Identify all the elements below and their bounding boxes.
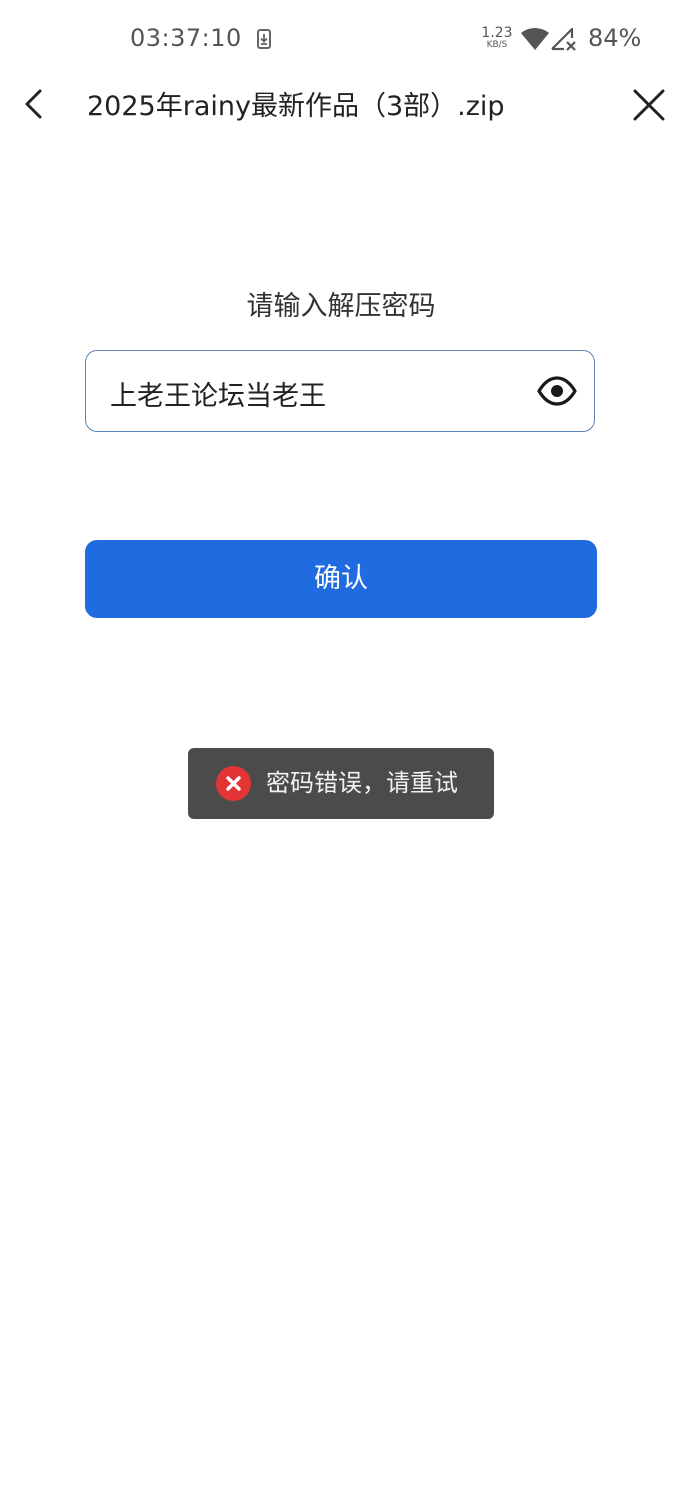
signal-no-service-icon bbox=[550, 26, 578, 52]
toast-message: 密码错误，请重试 bbox=[266, 769, 458, 797]
network-speed-unit: KB/S bbox=[486, 40, 508, 50]
chevron-left-icon bbox=[25, 89, 42, 119]
toggle-visibility-button[interactable] bbox=[536, 370, 578, 412]
confirm-button[interactable]: 确认 bbox=[85, 540, 597, 618]
wifi-icon bbox=[520, 26, 550, 52]
network-speed: 1.23 KB/S bbox=[481, 26, 513, 50]
close-icon bbox=[633, 89, 665, 121]
title-bar: 2025年rainy最新作品（3部）.zip bbox=[0, 78, 682, 128]
password-prompt: 请输入解压密码 bbox=[246, 291, 436, 322]
error-x-icon bbox=[216, 766, 251, 801]
page-title: 2025年rainy最新作品（3部）.zip bbox=[87, 91, 505, 122]
password-input[interactable] bbox=[108, 351, 532, 435]
error-toast: 密码错误，请重试 bbox=[188, 748, 494, 819]
status-bar: 03:37:10 1.23 KB/S 84% bbox=[0, 0, 682, 78]
status-time: 03:37:10 bbox=[130, 24, 242, 52]
network-speed-value: 1.23 bbox=[481, 25, 513, 41]
password-field[interactable] bbox=[85, 350, 595, 435]
download-notification-icon bbox=[256, 28, 272, 50]
eye-icon bbox=[537, 376, 577, 406]
battery-level: 84% bbox=[588, 24, 642, 52]
back-button[interactable] bbox=[14, 82, 54, 126]
close-button[interactable] bbox=[626, 82, 672, 128]
